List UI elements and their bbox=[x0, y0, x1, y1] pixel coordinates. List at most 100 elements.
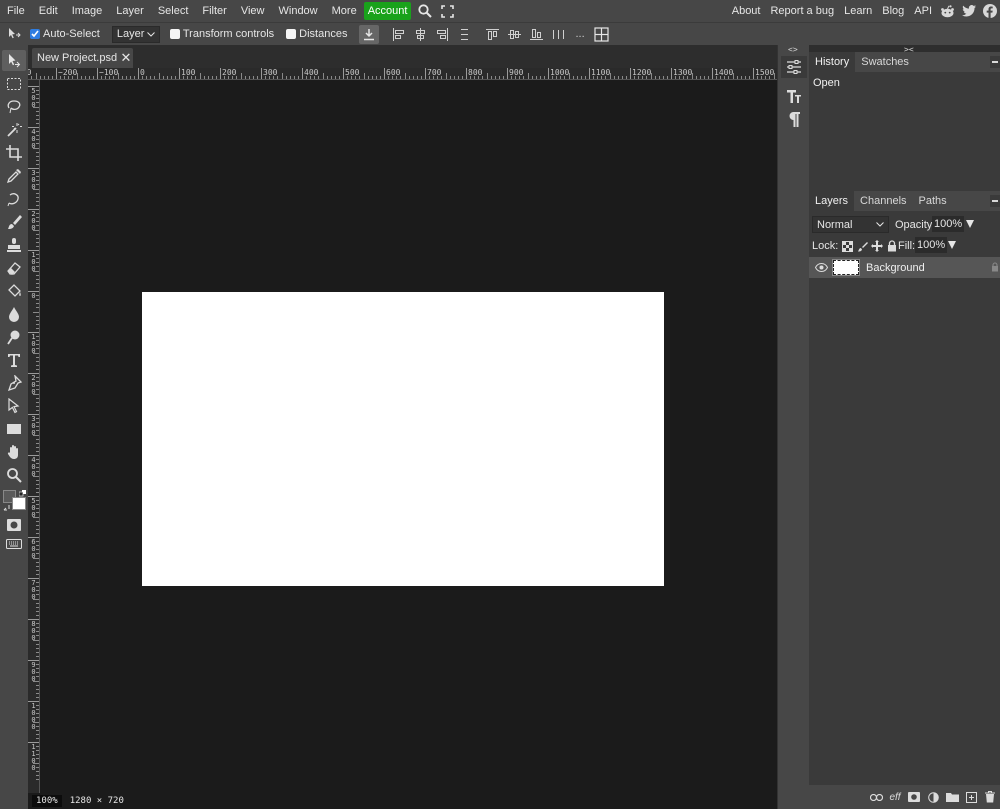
distances-option[interactable]: Distances bbox=[286, 28, 347, 40]
facebook-icon[interactable] bbox=[979, 0, 1000, 22]
align-left-icon[interactable] bbox=[387, 23, 409, 46]
tab-channels[interactable]: Channels bbox=[854, 191, 912, 211]
color-swatches[interactable] bbox=[3, 490, 29, 514]
dodge-tool-icon[interactable] bbox=[2, 326, 26, 347]
quick-mask-icon[interactable] bbox=[2, 514, 26, 535]
paint-bucket-tool-icon[interactable] bbox=[2, 280, 26, 301]
transform-controls-checkbox[interactable] bbox=[169, 29, 180, 39]
blend-mode-select[interactable]: Normal bbox=[812, 216, 889, 233]
default-colors-icon[interactable] bbox=[19, 490, 27, 497]
search-icon[interactable] bbox=[414, 0, 436, 22]
effects-icon[interactable]: eff bbox=[887, 789, 903, 805]
expand-panel-indicator[interactable]: <> bbox=[788, 45, 798, 54]
reddit-icon[interactable] bbox=[937, 0, 958, 22]
blur-tool-icon[interactable] bbox=[2, 303, 26, 324]
align-bottom-icon[interactable] bbox=[525, 23, 547, 46]
zoom-tool-icon[interactable] bbox=[2, 464, 26, 485]
delete-icon[interactable] bbox=[982, 789, 998, 805]
history-item[interactable]: Open bbox=[810, 74, 1000, 92]
tab-paths[interactable]: Paths bbox=[913, 191, 953, 211]
align-middle-vertical-icon[interactable] bbox=[503, 23, 525, 46]
menu-view[interactable]: View bbox=[234, 0, 272, 22]
lock-all-icon[interactable] bbox=[886, 240, 898, 252]
grid-icon[interactable] bbox=[591, 23, 613, 46]
menu-select[interactable]: Select bbox=[151, 0, 196, 22]
auto-select-option[interactable]: Auto-Select bbox=[30, 28, 100, 40]
ruler-minor-tick bbox=[142, 76, 144, 79]
character-icon[interactable] bbox=[781, 85, 807, 107]
menu-more[interactable]: More bbox=[325, 0, 364, 22]
learn-link[interactable]: Learn bbox=[839, 5, 877, 17]
account-button[interactable]: Account bbox=[363, 2, 412, 20]
pen-tool-icon[interactable] bbox=[2, 372, 26, 393]
report-bug-link[interactable]: Report a bug bbox=[765, 5, 839, 17]
type-tool-icon[interactable] bbox=[2, 349, 26, 370]
eye-icon[interactable] bbox=[811, 263, 831, 272]
fill-dropdown-icon[interactable] bbox=[948, 241, 956, 249]
lock-position-icon[interactable] bbox=[871, 240, 884, 252]
eraser-tool-icon[interactable] bbox=[2, 257, 26, 278]
menu-layer[interactable]: Layer bbox=[109, 0, 151, 22]
minimize-icon[interactable] bbox=[990, 56, 1000, 68]
canvas-workspace[interactable] bbox=[40, 80, 777, 793]
keyboard-icon[interactable] bbox=[2, 533, 26, 554]
transform-controls-option[interactable]: Transform controls bbox=[169, 28, 274, 40]
menu-window[interactable]: Window bbox=[272, 0, 325, 22]
more-options-button[interactable]: ... bbox=[569, 28, 590, 40]
close-icon[interactable]: ✕ bbox=[120, 50, 132, 66]
distances-checkbox[interactable] bbox=[286, 29, 297, 39]
lock-transparency-icon[interactable] bbox=[841, 240, 853, 252]
clone-stamp-tool-icon[interactable] bbox=[2, 234, 26, 255]
lasso-tool-icon[interactable] bbox=[2, 96, 26, 117]
adjustment-icon[interactable] bbox=[925, 789, 941, 805]
swap-colors-icon[interactable] bbox=[3, 504, 11, 512]
lock-pixels-icon[interactable] bbox=[856, 240, 868, 252]
document-canvas[interactable] bbox=[142, 292, 664, 586]
align-right-icon[interactable] bbox=[431, 23, 453, 46]
move-tool-icon[interactable] bbox=[2, 50, 26, 71]
marquee-tool-icon[interactable] bbox=[2, 73, 26, 94]
eyedropper-tool-icon[interactable] bbox=[2, 165, 26, 186]
crop-tool-icon[interactable] bbox=[2, 142, 26, 163]
tab-swatches[interactable]: Swatches bbox=[855, 52, 915, 72]
align-center-horizontal-icon[interactable] bbox=[409, 23, 431, 46]
document-tab[interactable]: New Project.psd ✕ bbox=[32, 48, 133, 68]
rectangle-tool-icon[interactable] bbox=[2, 418, 26, 439]
fill-input[interactable]: 100% bbox=[915, 237, 947, 253]
menu-filter[interactable]: Filter bbox=[195, 0, 233, 22]
twitter-icon[interactable] bbox=[958, 0, 979, 22]
opacity-dropdown-icon[interactable] bbox=[966, 220, 974, 228]
new-layer-icon[interactable] bbox=[963, 789, 979, 805]
background-color-swatch[interactable] bbox=[12, 497, 26, 510]
tab-history[interactable]: History bbox=[809, 52, 856, 72]
download-icon[interactable] bbox=[359, 24, 380, 44]
tab-layers[interactable]: Layers bbox=[809, 191, 855, 211]
hand-tool-icon[interactable] bbox=[2, 441, 26, 462]
fullscreen-icon[interactable] bbox=[436, 0, 458, 22]
properties-icon[interactable] bbox=[781, 56, 807, 78]
ruler-minor-tick bbox=[72, 76, 74, 79]
zoom-level[interactable]: 100% bbox=[32, 795, 62, 807]
distribute-horizontal-icon[interactable] bbox=[453, 23, 475, 46]
folder-icon[interactable] bbox=[944, 789, 960, 805]
brush-tool-icon[interactable] bbox=[2, 211, 26, 232]
healing-brush-tool-icon[interactable] bbox=[2, 188, 26, 209]
path-selection-tool-icon[interactable] bbox=[2, 395, 26, 416]
distribute-vertical-icon[interactable] bbox=[547, 23, 569, 46]
mask-icon[interactable] bbox=[906, 789, 922, 805]
menu-edit[interactable]: Edit bbox=[32, 0, 65, 22]
minimize-icon[interactable] bbox=[990, 195, 1000, 207]
menu-image[interactable]: Image bbox=[65, 0, 110, 22]
magic-wand-tool-icon[interactable] bbox=[2, 119, 26, 140]
link-layers-icon[interactable] bbox=[868, 789, 884, 805]
layer-row[interactable]: Background bbox=[809, 257, 1000, 278]
about-link[interactable]: About bbox=[727, 5, 766, 17]
align-top-icon[interactable] bbox=[481, 23, 503, 46]
opacity-input[interactable]: 100% bbox=[932, 216, 964, 232]
auto-select-target-select[interactable]: Layer bbox=[111, 25, 160, 43]
menu-file[interactable]: File bbox=[0, 0, 32, 22]
paragraph-icon[interactable] bbox=[781, 108, 807, 130]
blog-link[interactable]: Blog bbox=[877, 5, 909, 17]
auto-select-checkbox[interactable] bbox=[30, 29, 40, 39]
api-link[interactable]: API bbox=[909, 5, 937, 17]
